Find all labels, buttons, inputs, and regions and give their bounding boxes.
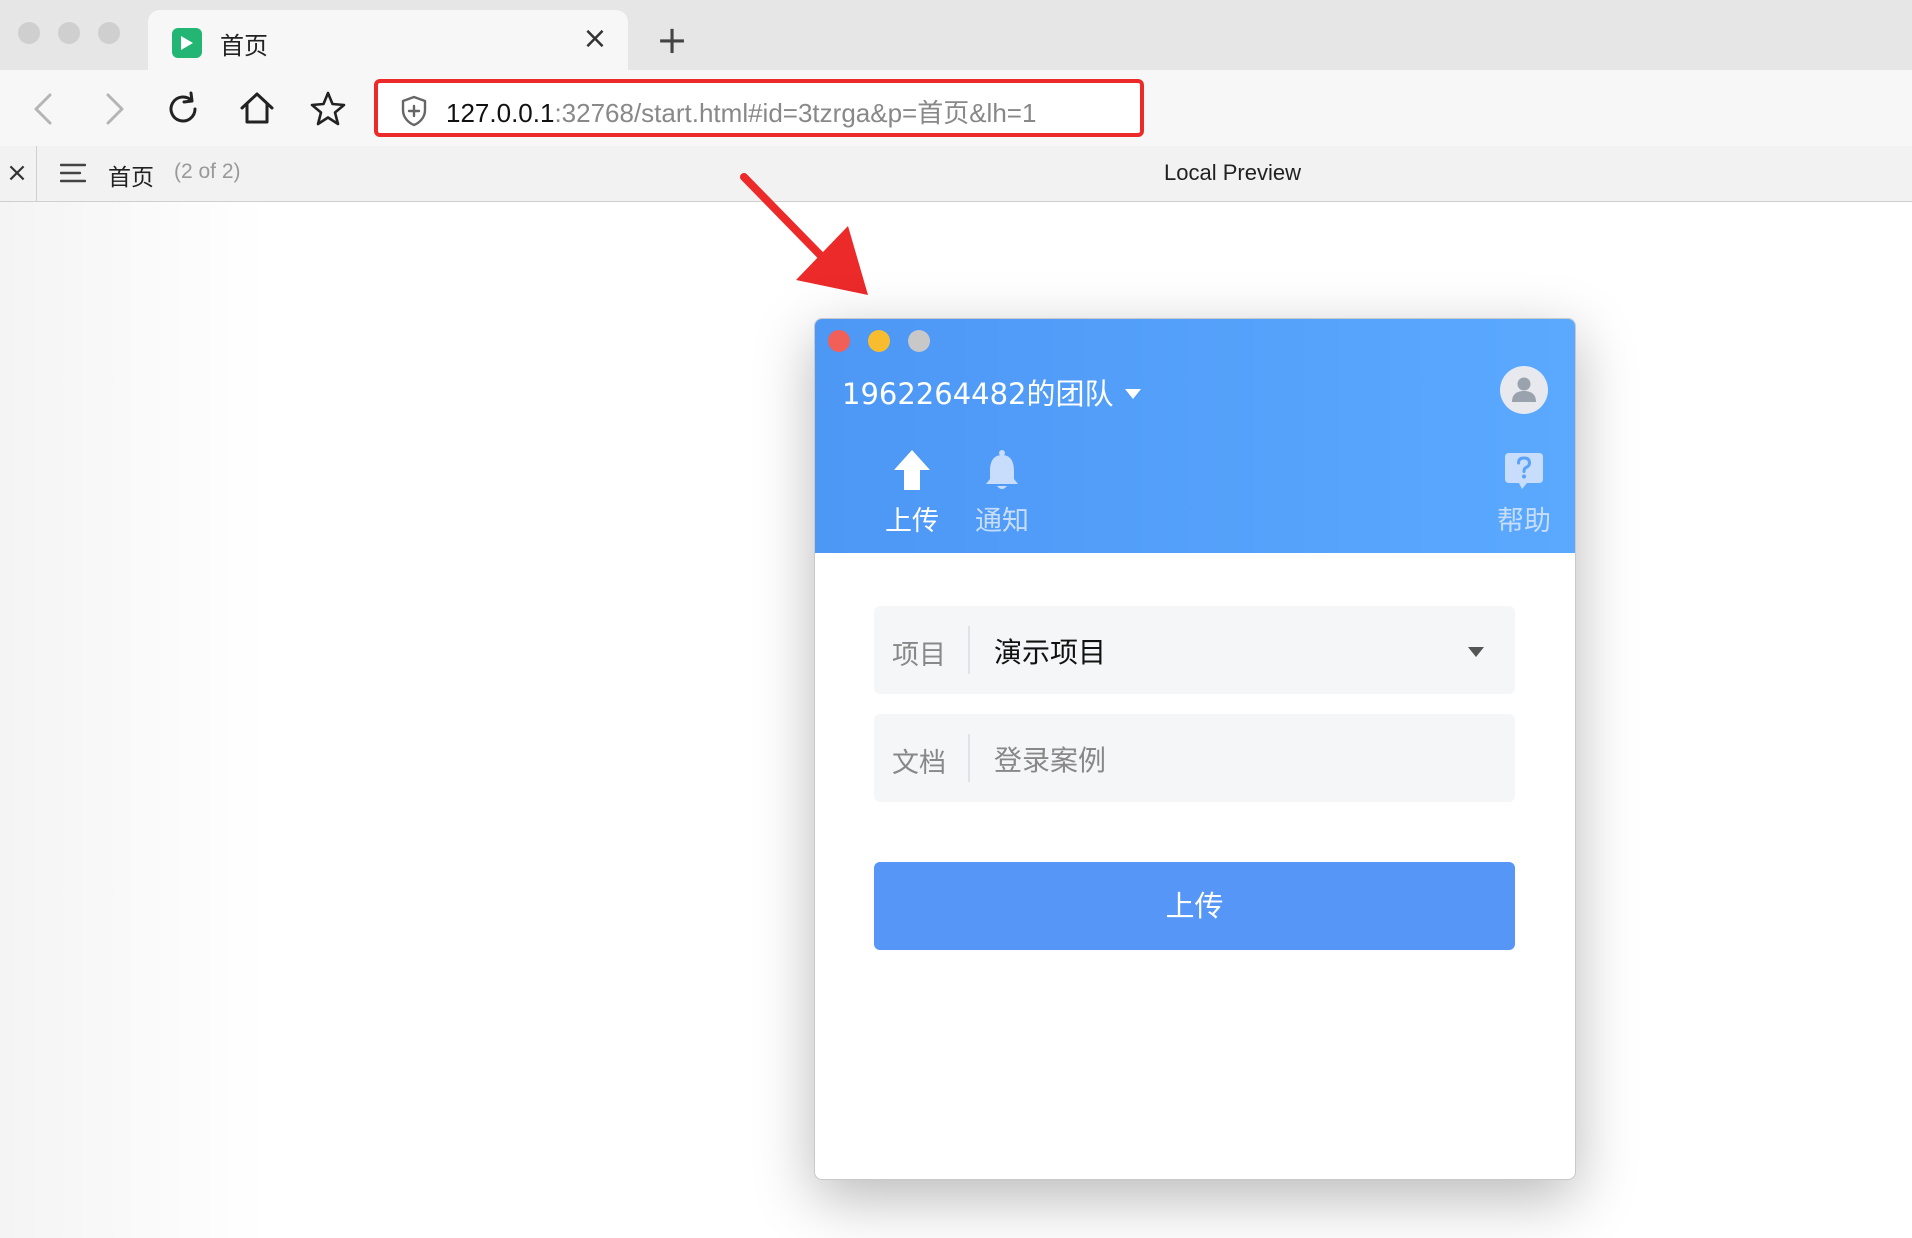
window-close-dot[interactable] (18, 22, 40, 44)
url-text[interactable]: 127.0.0.1:32768/start.html#id=3tzrga&p=首… (446, 93, 1036, 130)
shield-icon (400, 95, 428, 131)
upload-arrow-icon (867, 449, 957, 493)
window-minimize-dot[interactable] (58, 22, 80, 44)
address-bar[interactable]: 127.0.0.1:32768/start.html#id=3tzrga&p=首… (374, 79, 1144, 137)
page-counter: (2 of 2) (174, 160, 241, 183)
field-divider (968, 734, 970, 782)
document-field[interactable]: 文档 登录案例 (874, 714, 1515, 802)
nav-upload-label: 上传 (885, 506, 939, 537)
project-value[interactable]: 演示项目 (994, 631, 1106, 671)
url-host: 127.0.0.1 (446, 98, 555, 128)
browser-tab[interactable]: 首页 × (148, 10, 628, 70)
team-caret-down-icon[interactable] (1124, 385, 1142, 404)
infobar-close-icon[interactable]: × (4, 158, 30, 188)
nav-notifications-label: 通知 (975, 506, 1029, 537)
avatar[interactable] (1500, 366, 1548, 414)
forward-icon[interactable] (88, 84, 138, 134)
nav-upload[interactable]: 上传 (867, 449, 957, 539)
infobar-divider (36, 146, 37, 202)
play-favicon-icon (172, 28, 202, 58)
app-zoom-dot[interactable] (908, 330, 930, 352)
nav-help[interactable]: 帮助 (1479, 449, 1569, 539)
field-divider (968, 626, 970, 674)
new-tab-button[interactable]: + (652, 20, 692, 60)
home-icon[interactable] (232, 84, 282, 134)
page-list-menu-icon[interactable] (59, 162, 87, 188)
document-input[interactable]: 登录案例 (994, 739, 1106, 779)
bookmark-star-icon[interactable] (303, 84, 353, 134)
app-header: 1962264482的团队 上传 通知 帮助 (815, 319, 1575, 553)
tab-strip: 首页 × + (0, 0, 1912, 70)
upload-button[interactable]: 上传 (874, 862, 1515, 950)
app-minimize-dot[interactable] (868, 330, 890, 352)
reload-icon[interactable] (158, 84, 208, 134)
document-label: 文档 (892, 748, 946, 779)
app-close-dot[interactable] (828, 330, 850, 352)
project-select[interactable]: 项目 演示项目 (874, 606, 1515, 694)
browser-toolbar: 127.0.0.1:32768/start.html#id=3tzrga&p=首… (0, 70, 1912, 146)
team-switcher[interactable]: 1962264482的团队 (842, 371, 1114, 413)
window-zoom-dot[interactable] (98, 22, 120, 44)
local-preview-label: Local Preview (1164, 160, 1301, 185)
help-icon (1479, 449, 1569, 493)
current-page-name[interactable]: 首页 (108, 158, 154, 192)
url-path: :32768/start.html#id=3tzrga&p=首页&lh=1 (554, 98, 1037, 128)
preview-infobar: × 首页 (2 of 2) Local Preview (0, 146, 1912, 202)
annotation-arrow-icon (740, 173, 868, 295)
chevron-down-icon[interactable] (1467, 643, 1485, 662)
nav-notifications[interactable]: 通知 (957, 449, 1047, 539)
bell-icon (957, 449, 1047, 493)
user-icon (1512, 377, 1536, 402)
tab-title: 首页 (220, 32, 268, 60)
nav-help-label: 帮助 (1497, 506, 1551, 537)
back-icon[interactable] (20, 84, 70, 134)
tab-close-icon[interactable]: × (580, 24, 610, 54)
app-window: 1962264482的团队 上传 通知 帮助 项目 演示项目 文档 登录案例 上… (814, 318, 1576, 1180)
project-label: 项目 (892, 640, 946, 671)
